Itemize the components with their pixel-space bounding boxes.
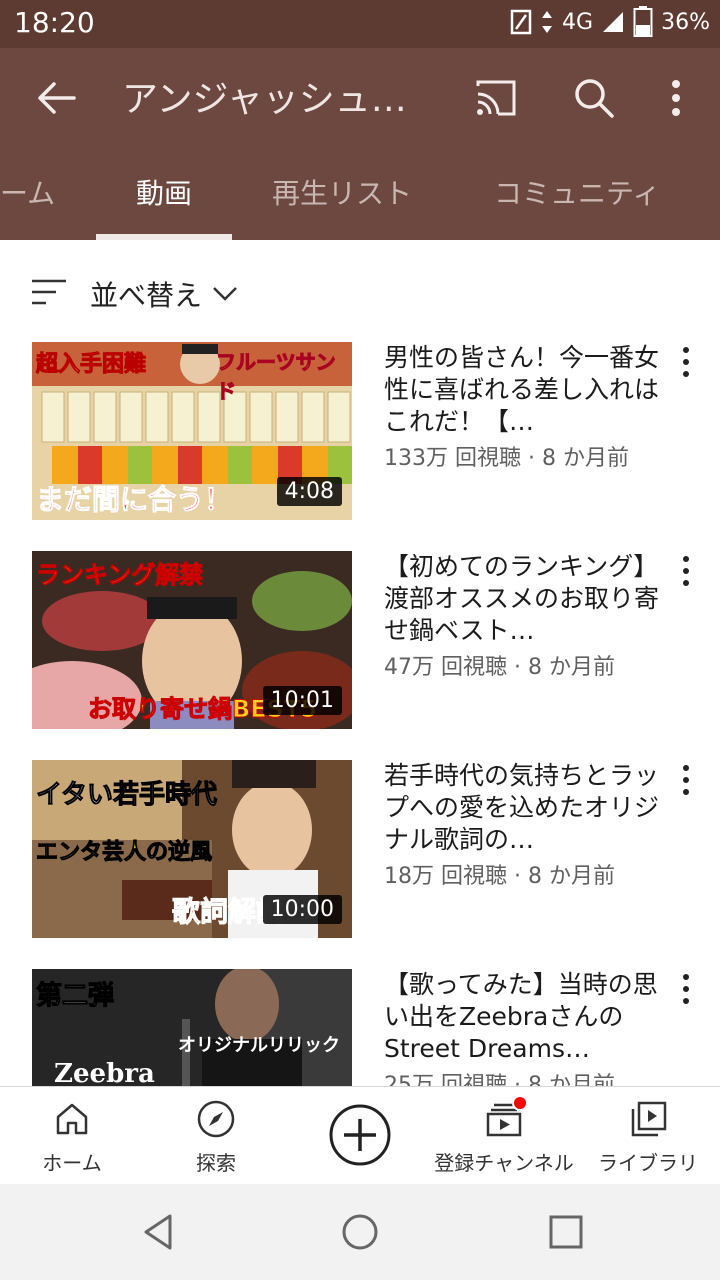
- battery-icon: [633, 6, 653, 37]
- nav-library-label: ライブラリ: [598, 1151, 698, 1175]
- chevron-down-icon: [213, 287, 237, 301]
- system-back-icon[interactable]: [138, 1212, 178, 1252]
- video-duration: 4:08: [276, 477, 342, 506]
- more-vert-icon[interactable]: [672, 553, 700, 589]
- channel-title: アンジャッシュ…: [122, 79, 407, 120]
- thumbnail-caption: 第二弾: [35, 981, 115, 1012]
- nav-explore-label: 探索: [196, 1151, 236, 1175]
- app-bar: アンジャッシュ…: [0, 48, 720, 146]
- more-vert-icon[interactable]: [672, 344, 700, 380]
- back-arrow-icon[interactable]: [30, 72, 82, 124]
- create-plus-icon[interactable]: [328, 1103, 392, 1167]
- video-title[interactable]: 若手時代の気持ちとラップへの愛を込めたオリジナル歌詞の…: [384, 760, 660, 856]
- video-meta: 133万 回視聴 · 8 か月前: [384, 446, 629, 471]
- thumbnail-caption: フルーツサンド: [216, 350, 337, 404]
- thumbnail-caption: イタい若手時代: [36, 780, 218, 811]
- nav-library[interactable]: ライブラリ: [576, 1099, 720, 1176]
- video-title[interactable]: 【歌ってみた】当時の思い出をZeebraさんのStreet Dreams…: [384, 969, 660, 1065]
- system-navigation-bar: [0, 1184, 720, 1280]
- thumbnail-caption: Zeebra: [54, 1059, 155, 1086]
- cast-icon[interactable]: [470, 72, 522, 124]
- sort-label: 並べ替え: [90, 279, 203, 312]
- video-thumbnail[interactable]: ランキング解禁 お取り寄せ鍋BEST5 10:01: [32, 551, 352, 729]
- active-tab-indicator: [96, 234, 232, 240]
- thumbnail-caption: ランキング解禁: [35, 561, 204, 590]
- battery-level: 36%: [661, 9, 710, 35]
- thumbnail-caption: 超入手困難: [35, 352, 147, 378]
- sort-control[interactable]: 並べ替え: [0, 262, 720, 322]
- nav-subscriptions-label: 登録チャンネル: [434, 1151, 574, 1175]
- system-recents-icon[interactable]: [546, 1212, 586, 1252]
- compass-icon: [197, 1100, 235, 1138]
- tab-videos[interactable]: 動画: [136, 172, 192, 212]
- video-title[interactable]: 【初めてのランキング】渡部オススメのお取り寄せ鍋ベスト…: [384, 551, 660, 647]
- video-item[interactable]: イタい若手時代 エンタ芸人の逆風 歌詞解説 10:00 若手時代の気持ちとラップ…: [0, 760, 720, 938]
- video-item[interactable]: 超入手困難 フルーツサンド まだ間に合う！ 4:08 男性の皆さん！今一番女性に…: [0, 342, 720, 520]
- sort-icon: [32, 279, 66, 305]
- notification-dot: [512, 1095, 528, 1111]
- nfc-icon: [510, 9, 532, 35]
- nav-explore[interactable]: 探索: [144, 1099, 288, 1176]
- video-meta: 47万 回視聴 · 8 か月前: [384, 655, 615, 680]
- cell-signal-icon: [603, 12, 624, 32]
- video-meta: 18万 回視聴 · 8 か月前: [384, 864, 615, 889]
- status-time: 18:20: [14, 6, 95, 39]
- channel-tabs: ーム 動画 再生リスト コミュニティ: [0, 146, 720, 240]
- video-title[interactable]: 男性の皆さん！今一番女性に喜ばれる差し入れはこれだ！【…: [384, 342, 660, 438]
- status-bar: 18:20 4G 36%: [0, 0, 720, 48]
- bottom-navigation: ホーム 探索 登録チャンネル ライブラリ: [0, 1086, 720, 1184]
- tab-playlists[interactable]: 再生リスト: [272, 172, 412, 212]
- signal-arrows-icon: [542, 11, 553, 33]
- more-vert-icon[interactable]: [650, 72, 702, 124]
- video-thumbnail[interactable]: イタい若手時代 エンタ芸人の逆風 歌詞解説 10:00: [32, 760, 352, 938]
- thumbnail-caption: まだ間に合う！: [35, 483, 233, 517]
- search-icon[interactable]: [568, 72, 620, 124]
- nav-home[interactable]: ホーム: [0, 1099, 144, 1176]
- tab-home[interactable]: ーム: [0, 172, 55, 212]
- thumbnail-caption: エンタ芸人の逆風: [35, 840, 213, 866]
- video-duration: 10:01: [262, 686, 342, 715]
- nav-home-label: ホーム: [42, 1151, 102, 1175]
- more-vert-icon[interactable]: [672, 971, 700, 1007]
- library-icon: [631, 1101, 667, 1137]
- home-icon: [56, 1103, 88, 1135]
- tab-community[interactable]: コミュニティ: [494, 172, 660, 212]
- video-thumbnail[interactable]: 超入手困難 フルーツサンド まだ間に合う！ 4:08: [32, 342, 352, 520]
- video-item[interactable]: 第二弾 オリジナルリリック Zeebra 【歌ってみた】当時の思い出をZeebr…: [0, 969, 720, 1086]
- nav-subscriptions[interactable]: 登録チャンネル: [432, 1099, 576, 1176]
- video-duration: 10:00: [262, 895, 342, 924]
- thumbnail-caption: オリジナルリリック: [178, 1035, 340, 1056]
- system-home-icon[interactable]: [340, 1212, 380, 1252]
- video-item[interactable]: ランキング解禁 お取り寄せ鍋BEST5 10:01 【初めてのランキング】渡部オ…: [0, 551, 720, 729]
- video-thumbnail[interactable]: 第二弾 オリジナルリリック Zeebra: [32, 969, 352, 1086]
- more-vert-icon[interactable]: [672, 762, 700, 798]
- video-meta: 25万 回視聴 · 8 か月前: [384, 1073, 615, 1086]
- network-type: 4G: [562, 9, 594, 35]
